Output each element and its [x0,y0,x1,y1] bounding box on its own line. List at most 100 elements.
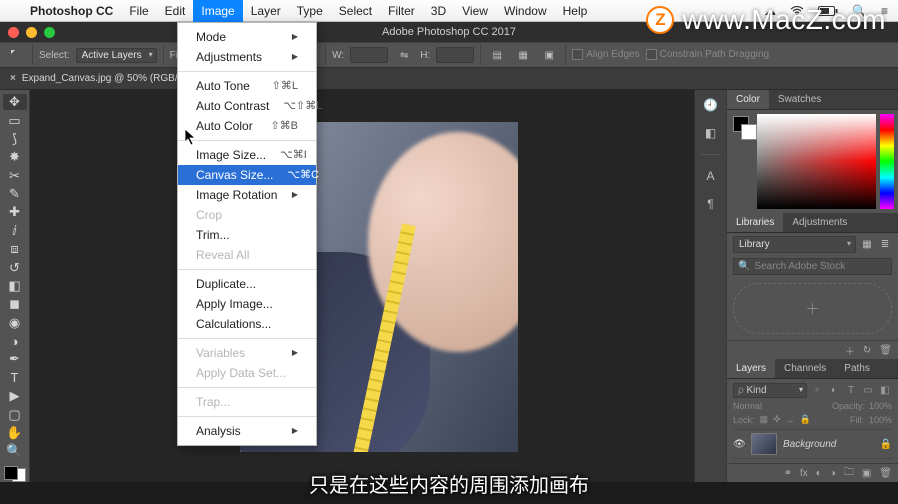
quick-select-tool-icon[interactable]: ✸ [3,149,27,165]
crop-tool-icon[interactable]: ✂ [3,168,27,184]
tab-paths[interactable]: Paths [835,359,879,378]
menu-item-adjustments[interactable]: Adjustments [178,47,316,67]
library-drop-zone[interactable]: ＋ [733,283,892,334]
layer-name[interactable]: Background [783,439,874,450]
history-icon[interactable]: 🕘 [702,96,720,114]
history-brush-tool-icon[interactable]: ↺ [3,259,27,275]
rectangle-tool-icon[interactable]: ▢ [3,406,27,422]
list-view-icon[interactable]: ≣ [878,238,892,252]
menu-item-duplicate[interactable]: Duplicate... [178,274,316,294]
constrain-checkbox[interactable] [646,49,657,60]
filter-pixel-icon[interactable]: ▫ [810,384,824,398]
filter-smart-icon[interactable]: ◧ [878,384,892,398]
menubar-app-name[interactable]: Photoshop CC [22,4,121,18]
tool-preset-icon[interactable] [6,45,26,65]
menu-layer[interactable]: Layer [243,0,289,22]
align-center-icon[interactable]: ▦ [513,45,533,65]
tab-swatches[interactable]: Swatches [769,90,830,109]
healing-tool-icon[interactable]: ✚ [3,204,27,220]
menu-view[interactable]: View [454,0,496,22]
menu-select[interactable]: Select [331,0,380,22]
sync-icon[interactable]: ↻ [863,345,871,356]
tab-color[interactable]: Color [727,90,769,109]
eyedropper-tool-icon[interactable]: ✎ [3,186,27,202]
pen-tool-icon[interactable]: ✒ [3,351,27,367]
path-ops-icon[interactable]: ▣ [539,45,559,65]
menu-filter[interactable]: Filter [380,0,423,22]
menu-image[interactable]: Image [193,0,242,22]
menu-item-auto-contrast[interactable]: Auto Contrast⌥⇧⌘L [178,96,316,116]
menu-item-analysis[interactable]: Analysis [178,421,316,441]
layers-kind-filter[interactable]: ρ Kind [733,383,807,398]
menu-item-apply-image[interactable]: Apply Image... [178,294,316,314]
library-select[interactable]: Library [733,236,856,253]
opacity-value[interactable]: 100% [869,401,892,411]
tab-adjustments[interactable]: Adjustments [783,213,856,232]
menu-item-calculations[interactable]: Calculations... [178,314,316,334]
zoom-tool-icon[interactable]: 🔍 [3,443,27,459]
document-tab[interactable]: × Expand_Canvas.jpg @ 50% (RGB/8 [0,68,898,90]
menu-item-image-size[interactable]: Image Size...⌥⌘I [178,145,316,165]
width-field[interactable] [350,47,388,63]
blend-mode-select[interactable]: Normal [733,401,762,411]
menu-type[interactable]: Type [289,0,331,22]
add-library-icon[interactable]: ＋ [845,343,855,358]
tab-libraries[interactable]: Libraries [727,213,783,232]
link-wh-icon[interactable]: ⇋ [394,45,414,65]
color-fgbg-swatch[interactable] [727,110,757,213]
paragraph-icon[interactable]: ¶ [702,195,720,213]
dodge-tool-icon[interactable]: ◑ [3,333,27,349]
lock-icon[interactable]: 🔒 [800,414,811,425]
stamp-tool-icon[interactable]: ⧈ [3,241,27,257]
layer-row[interactable]: 👁 Background 🔒 [733,429,892,459]
align-edges-checkbox[interactable] [572,49,583,60]
menu-help[interactable]: Help [555,0,596,22]
h-label: H: [420,50,430,61]
close-tab-icon[interactable]: × [10,73,16,84]
color-spectrum[interactable] [757,114,876,209]
align-left-icon[interactable]: ▤ [487,45,507,65]
filter-type-icon[interactable]: T [844,384,858,398]
character-icon[interactable]: A [702,167,720,185]
menu-file[interactable]: File [121,0,156,22]
menu-item-auto-tone[interactable]: Auto Tone⇧⌘L [178,76,316,96]
menu-item-auto-color[interactable]: Auto Color⇧⌘B [178,116,316,136]
search-stock-input[interactable]: 🔍 Search Adobe Stock [733,258,892,275]
move-tool-icon[interactable]: ✥ [3,94,27,110]
lock-all-icon[interactable]: ▦ [760,414,769,425]
eraser-tool-icon[interactable]: ◧ [3,278,27,294]
filter-shape-icon[interactable]: ▭ [861,384,875,398]
menu-item-mode[interactable]: Mode [178,27,316,47]
properties-icon[interactable]: ◧ [702,124,720,142]
select-layers-dropdown[interactable]: Active Layers [76,48,157,63]
lock-pixels-icon[interactable]: ✜ [773,414,781,425]
tab-layers[interactable]: Layers [727,359,775,378]
menu-window[interactable]: Window [496,0,555,22]
gradient-tool-icon[interactable]: ◼ [3,296,27,312]
canvas-area[interactable] [30,90,726,482]
hue-strip[interactable] [880,114,894,209]
fill-value[interactable]: 100% [869,415,892,425]
visibility-icon[interactable]: 👁 [733,439,745,450]
grid-view-icon[interactable]: ▦ [860,238,874,252]
type-tool-icon[interactable]: T [3,370,27,386]
menu-3d[interactable]: 3D [423,0,454,22]
filter-adjust-icon[interactable]: ◐ [827,384,841,398]
hand-tool-icon[interactable]: ✋ [3,425,27,441]
menu-edit[interactable]: Edit [157,0,194,22]
menu-item-trap: Trap... [178,392,316,412]
marquee-tool-icon[interactable]: ▭ [3,112,27,128]
lock-position-icon[interactable]: ↔ [786,415,795,425]
menu-item-image-rotation[interactable]: Image Rotation [178,185,316,205]
height-field[interactable] [436,47,474,63]
layer-thumbnail[interactable] [751,433,777,455]
lasso-tool-icon[interactable]: ⟆ [3,131,27,147]
tab-channels[interactable]: Channels [775,359,835,378]
menu-item-trim[interactable]: Trim... [178,225,316,245]
blur-tool-icon[interactable]: ◉ [3,315,27,331]
menu-item-canvas-size[interactable]: Canvas Size...⌥⌘C [178,165,316,185]
path-select-tool-icon[interactable]: ▶ [3,388,27,404]
trash-icon[interactable]: 🗑 [879,345,892,356]
layer-lock-icon[interactable]: 🔒 [880,439,892,450]
brush-tool-icon[interactable]: ⅈ [3,223,27,239]
